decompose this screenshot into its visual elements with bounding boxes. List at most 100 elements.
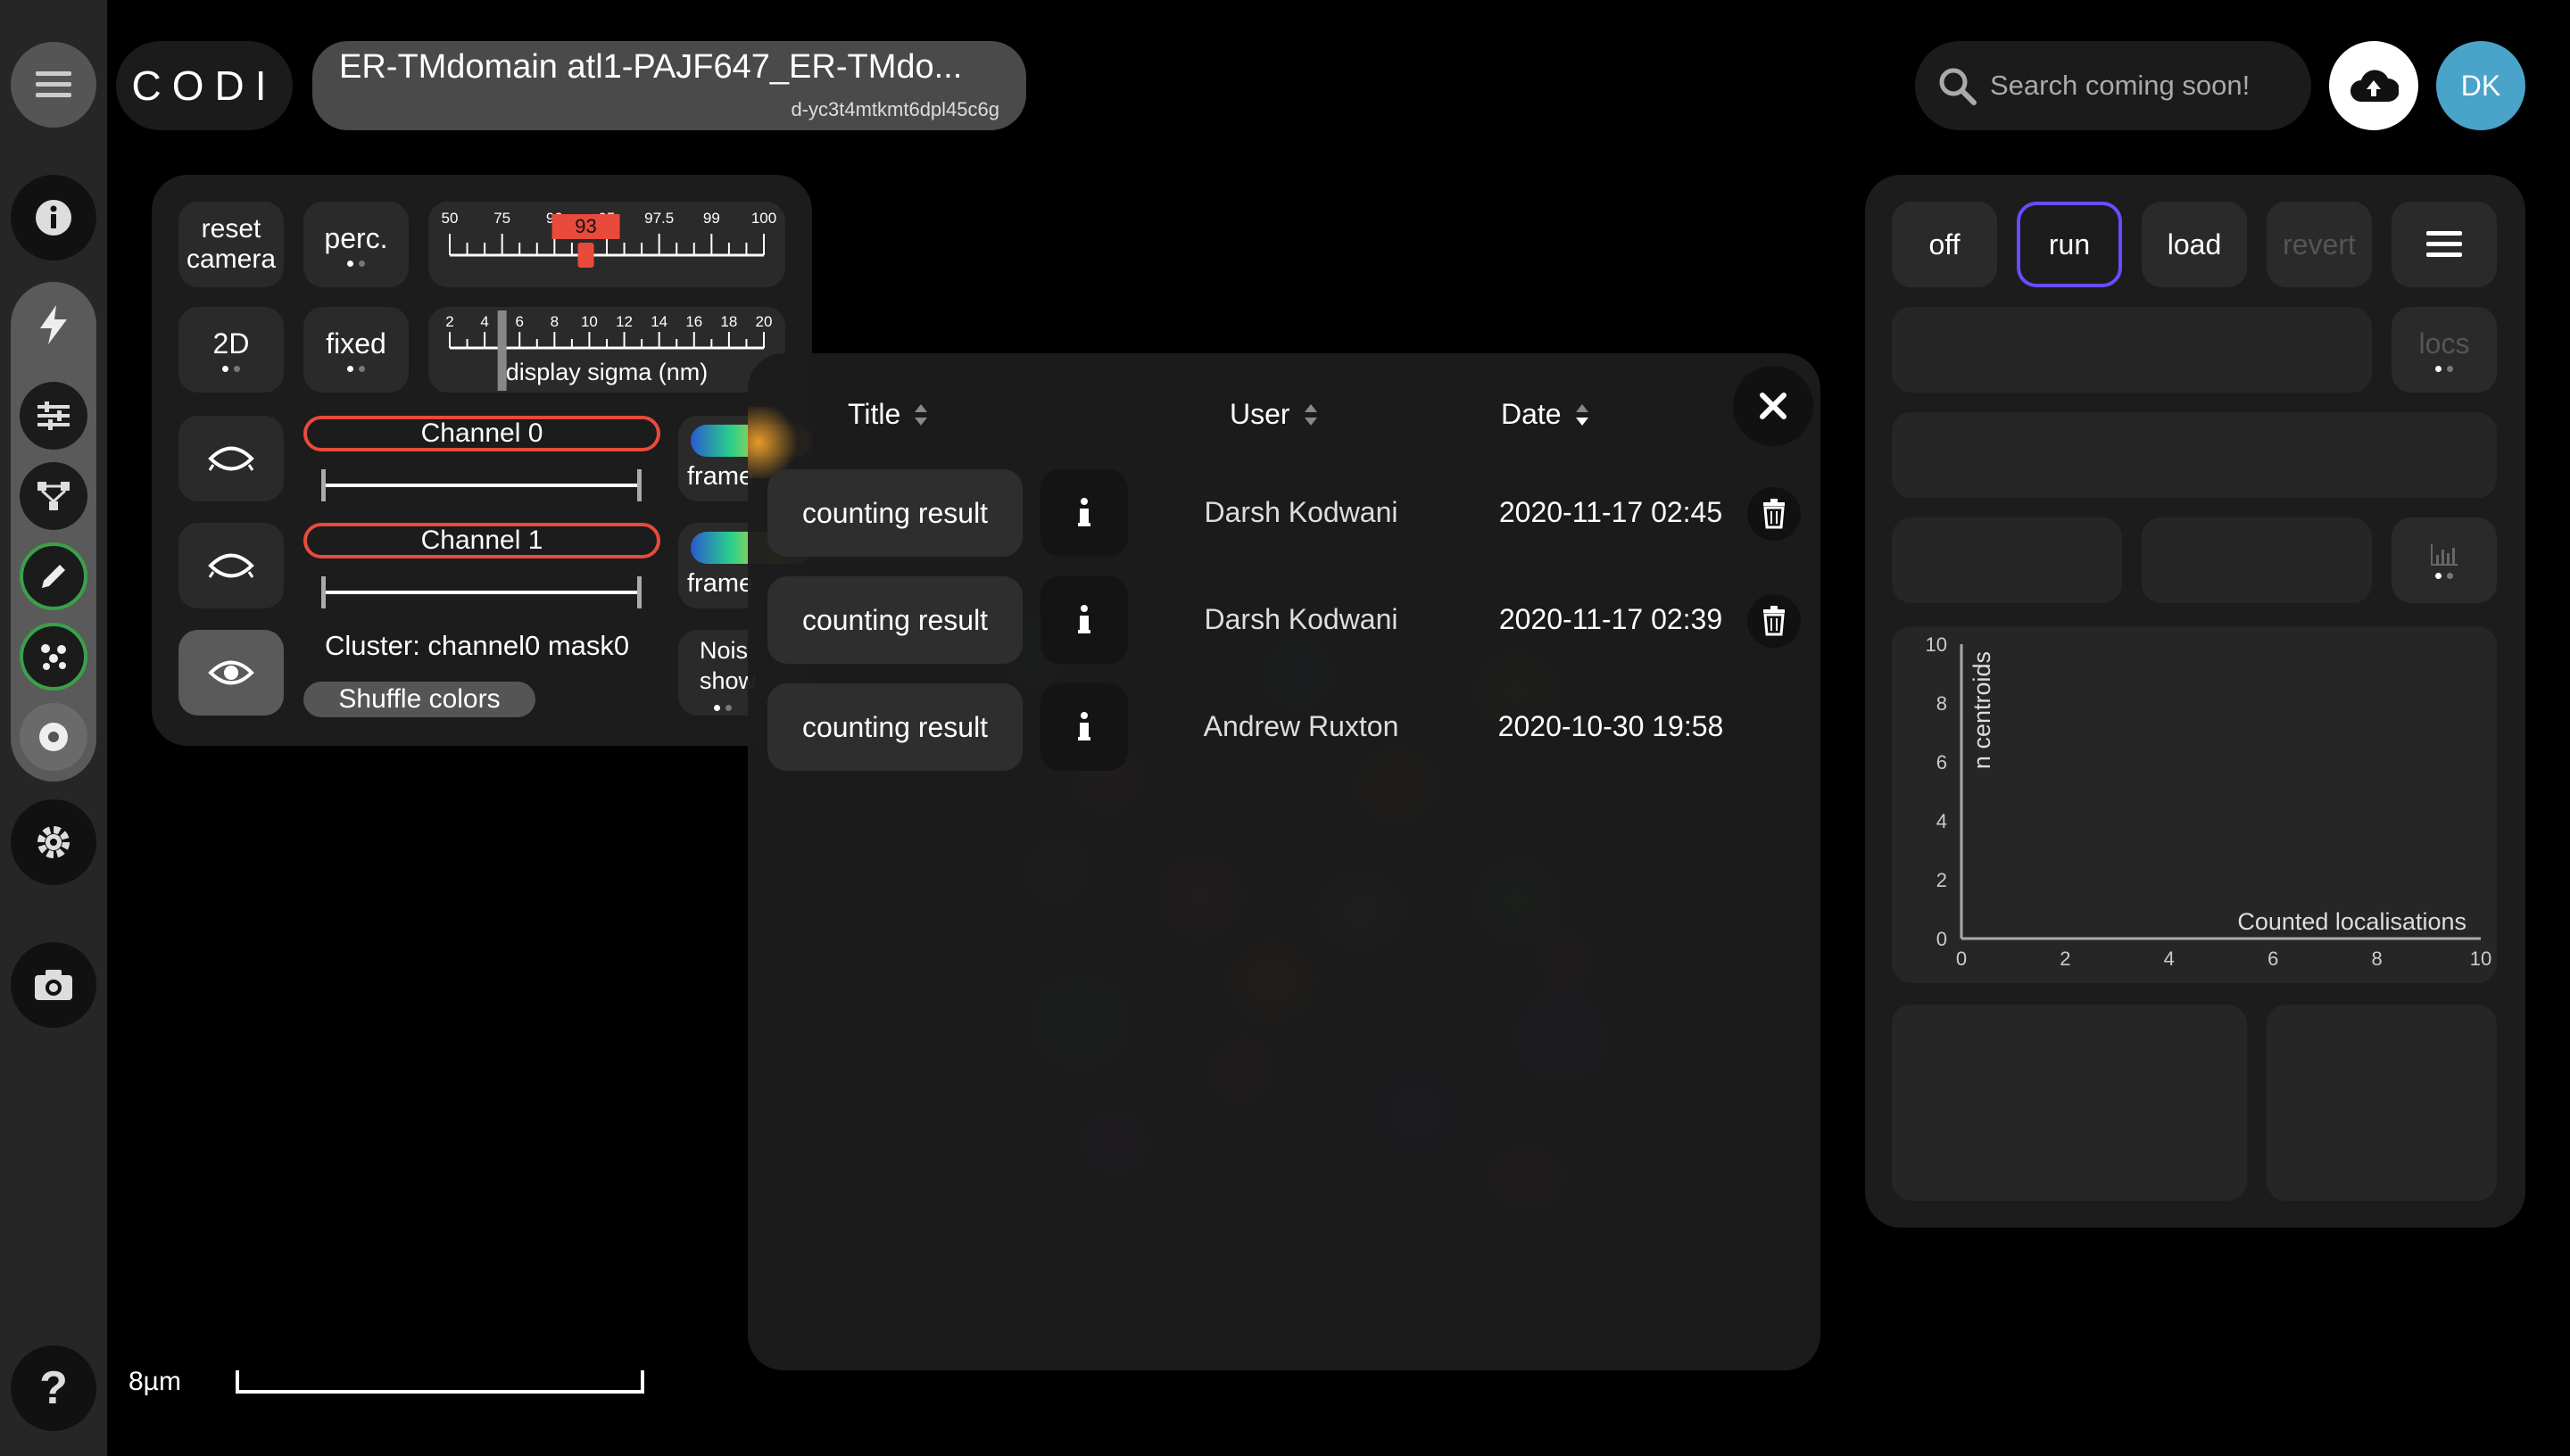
search-bar[interactable]: Search coming soon! xyxy=(1915,41,2311,130)
info-icon xyxy=(1078,498,1090,526)
histogram-chart: 0 2 4 6 8 100246810Counted localisationsn cen… xyxy=(1926,633,2492,970)
counting-button[interactable] xyxy=(20,703,87,771)
scale-tick-label: 12 xyxy=(616,313,633,330)
analysis-button[interactable] xyxy=(20,291,87,359)
channel0-range-slider[interactable] xyxy=(323,484,641,487)
panel-menu-button[interactable] xyxy=(2392,202,2497,287)
help-button[interactable]: ? xyxy=(11,1345,96,1431)
results-modal: Title User Date counting result Darsh Ko… xyxy=(748,353,1820,1370)
scale-tick-label: 99 xyxy=(703,210,720,227)
channel1-visibility-button[interactable] xyxy=(178,523,284,608)
x-tick-label: 2 xyxy=(2060,947,2070,970)
scale-tick-label: 2 xyxy=(445,313,453,330)
result-title-button[interactable]: counting result xyxy=(767,576,1023,664)
upload-button[interactable] xyxy=(2329,41,2418,130)
y-axis-label: n centroids xyxy=(1969,651,1995,769)
param-box[interactable] xyxy=(2142,517,2372,603)
channel0-range-min-handle[interactable] xyxy=(321,469,326,501)
channel1-range-min-handle[interactable] xyxy=(321,576,326,608)
question-icon: ? xyxy=(39,1362,68,1414)
column-user[interactable]: User xyxy=(1230,398,1319,431)
info-icon xyxy=(36,200,71,236)
param-box[interactable] xyxy=(1892,412,2497,498)
fixed-toggle[interactable]: fixed xyxy=(303,307,409,393)
network-button[interactable] xyxy=(20,462,87,530)
scale-bar-label: 8µm xyxy=(128,1367,181,1396)
reset-camera-button[interactable]: reset camera xyxy=(178,202,284,287)
load-button[interactable]: load xyxy=(2142,202,2247,287)
frame-label: frame xyxy=(687,462,754,491)
cluster-button[interactable] xyxy=(20,623,87,691)
app-logo: CODI xyxy=(116,41,293,130)
hamburger-icon xyxy=(2426,231,2462,257)
percentile-handle[interactable] xyxy=(577,243,594,268)
draw-button[interactable] xyxy=(20,542,87,610)
avatar[interactable]: DK xyxy=(2436,41,2525,130)
menu-button[interactable] xyxy=(11,42,96,128)
scale-tick-label: 6 xyxy=(515,313,523,330)
search-placeholder: Search coming soon! xyxy=(1990,70,2251,101)
channel0-visibility-button[interactable] xyxy=(178,416,284,501)
dimension-toggle[interactable]: 2D xyxy=(178,307,284,393)
close-modal-button[interactable] xyxy=(1733,366,1813,446)
run-button[interactable]: run xyxy=(2017,202,2122,287)
channel0-range-max-handle[interactable] xyxy=(637,469,642,501)
settings-button[interactable] xyxy=(11,799,96,885)
x-tick-label: 6 xyxy=(2267,947,2278,970)
cluster-visibility-button[interactable] xyxy=(178,630,284,716)
result-info-button[interactable] xyxy=(1040,576,1128,664)
eye-closed-icon xyxy=(208,553,254,578)
result-user: Darsh Kodwani xyxy=(1204,496,1398,528)
result-info-button[interactable] xyxy=(1040,683,1128,771)
dataset-title-pill[interactable]: ER-TMdomain atl1-PAJF647_ER-TMdo... d-yc… xyxy=(312,41,1026,130)
channel1-range-slider[interactable] xyxy=(323,591,641,594)
x-axis-label: Counted localisations xyxy=(2237,908,2466,935)
sort-desc-icon xyxy=(1575,403,1588,426)
view-control-panel: reset camera perc. 5075909597.59910093 2… xyxy=(152,175,812,746)
param-box[interactable] xyxy=(1892,307,2372,393)
result-date: 2020-10-30 19:58 xyxy=(1497,710,1724,742)
result-title-button[interactable]: counting result xyxy=(767,469,1023,557)
off-button[interactable]: off xyxy=(1892,202,1997,287)
bar-chart-icon xyxy=(2431,543,2458,566)
column-date[interactable]: Date xyxy=(1501,398,1590,431)
reset-camera-line2: camera xyxy=(186,244,277,274)
screenshot-button[interactable] xyxy=(11,942,96,1028)
locs-toggle[interactable]: locs xyxy=(2392,307,2497,393)
result-box xyxy=(1892,1005,2247,1201)
shuffle-colors-button[interactable]: Shuffle colors xyxy=(303,682,535,717)
revert-button[interactable]: revert xyxy=(2267,202,2372,287)
result-title-button[interactable]: counting result xyxy=(767,683,1023,771)
channel0-label[interactable]: Channel 0 xyxy=(303,416,660,451)
result-user: Andrew Ruxton xyxy=(1203,710,1399,742)
target-icon xyxy=(39,723,68,751)
chart-toggle[interactable] xyxy=(2392,517,2497,603)
cluster-label: Cluster: channel0 mask0 xyxy=(325,630,630,661)
x-tick-label: 0 xyxy=(1956,947,1967,970)
percentile-toggle[interactable]: perc. xyxy=(303,202,409,287)
channel1-range-max-handle[interactable] xyxy=(637,576,642,608)
scale-tick-label: 4 xyxy=(480,313,488,330)
delete-result-button[interactable] xyxy=(1747,487,1801,541)
frame-label: frame xyxy=(687,569,754,598)
eye-open-icon xyxy=(208,660,254,685)
dataset-id: d-yc3t4mtkmt6dpl45c6g xyxy=(791,98,999,120)
percentile-slider[interactable]: 5075909597.59910093 xyxy=(428,202,785,287)
sigma-label: display sigma (nm) xyxy=(505,359,709,385)
scale-tick-label: 100 xyxy=(751,210,776,227)
result-info-button[interactable] xyxy=(1040,469,1128,557)
scale-tick-label: 97.5 xyxy=(644,210,674,227)
hamburger-icon xyxy=(36,71,71,97)
sigma-slider[interactable]: 2 4 6 8 10 12 14 16 18 20 display sigma (nm) xyxy=(428,307,785,393)
sliders-button[interactable] xyxy=(20,382,87,450)
cloud-upload-icon xyxy=(2350,70,2399,102)
y-tick-label: 4 xyxy=(1936,810,1947,832)
param-box[interactable] xyxy=(1892,517,2122,603)
channel1-label[interactable]: Channel 1 xyxy=(303,523,660,558)
info-button[interactable] xyxy=(11,175,96,261)
delete-result-button[interactable] xyxy=(1747,594,1801,648)
result-box xyxy=(2267,1005,2497,1201)
column-title[interactable]: Title xyxy=(848,398,929,431)
result-date: 2020-11-17 02:45 xyxy=(1498,496,1723,528)
scale-bar xyxy=(236,1370,644,1394)
